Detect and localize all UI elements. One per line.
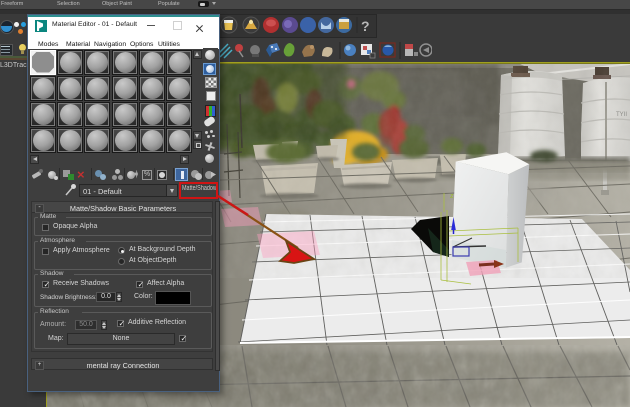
svg-text:?: ? <box>361 18 370 34</box>
svg-text:z: z <box>450 193 454 200</box>
